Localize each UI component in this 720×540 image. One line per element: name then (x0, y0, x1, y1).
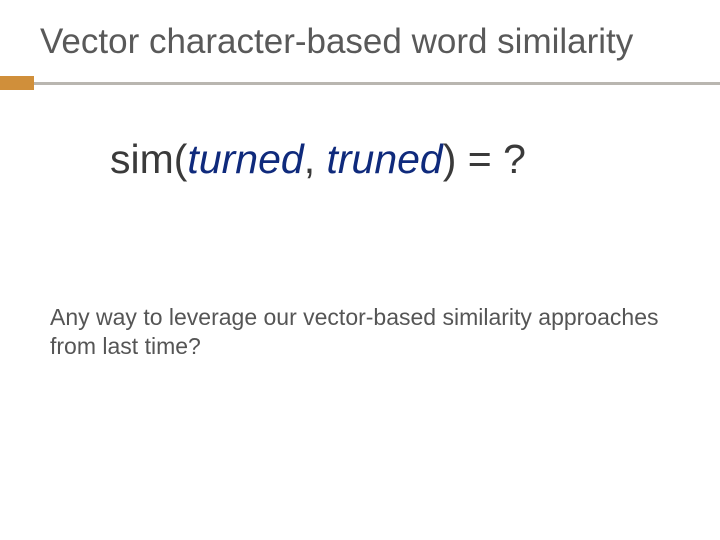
formula-line: sim(turned, truned) = ? (0, 136, 720, 183)
slide: Vector character-based word similarity s… (0, 0, 720, 540)
title-divider (0, 76, 720, 90)
formula-equals: = ? (456, 136, 526, 182)
body-text: Any way to leverage our vector-based sim… (0, 303, 720, 361)
divider-line (0, 82, 720, 85)
formula-close-paren: ) (443, 136, 457, 182)
formula-comma: , (304, 136, 327, 182)
formula-arg2: truned (326, 136, 442, 182)
slide-title: Vector character-based word similarity (0, 22, 720, 70)
divider-accent (0, 76, 34, 90)
formula-arg1: turned (187, 136, 303, 182)
formula-open-paren: ( (174, 136, 188, 182)
formula-function: sim (110, 136, 174, 182)
